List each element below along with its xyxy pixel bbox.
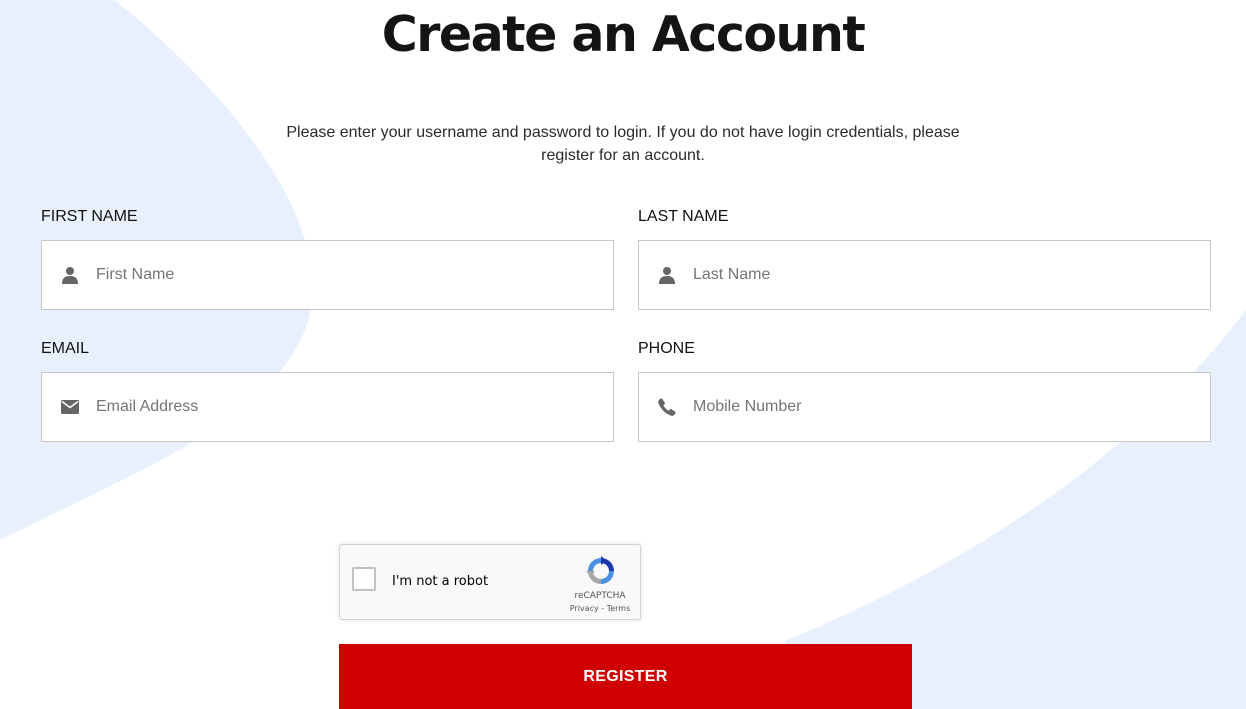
email-input-box[interactable] bbox=[41, 372, 614, 442]
first-name-input-box[interactable] bbox=[41, 240, 614, 310]
last-name-field: LAST NAME bbox=[638, 207, 1211, 310]
first-name-label: FIRST NAME bbox=[41, 208, 138, 225]
recaptcha-links: Privacy - Terms bbox=[562, 604, 638, 614]
recaptcha-terms-link[interactable]: Terms bbox=[607, 604, 631, 613]
last-name-label: LAST NAME bbox=[638, 208, 729, 225]
intro-text: Please enter your username and password … bbox=[286, 124, 960, 164]
recaptcha-widget: I'm not a robot reCAPTCHA Privacy - Term… bbox=[339, 544, 641, 620]
first-name-input[interactable] bbox=[96, 255, 613, 295]
page-title: Create an Account bbox=[381, 6, 866, 63]
recaptcha-privacy-link[interactable]: Privacy bbox=[570, 604, 599, 613]
email-input[interactable] bbox=[96, 387, 613, 427]
register-button[interactable]: REGISTER bbox=[339, 644, 912, 709]
first-name-field: FIRST NAME bbox=[41, 207, 614, 310]
user-icon bbox=[61, 266, 79, 284]
phone-label: PHONE bbox=[638, 340, 695, 357]
last-name-input-box[interactable] bbox=[638, 240, 1211, 310]
recaptcha-brand: reCAPTCHA bbox=[574, 591, 626, 601]
phone-input-box[interactable] bbox=[638, 372, 1211, 442]
recaptcha-logo-icon bbox=[585, 555, 617, 587]
email-label: EMAIL bbox=[41, 340, 90, 357]
user-icon bbox=[658, 266, 676, 284]
email-field: EMAIL bbox=[41, 339, 614, 442]
recaptcha-links-separator: - bbox=[601, 604, 605, 613]
phone-field: PHONE bbox=[638, 339, 1211, 442]
recaptcha-label: I'm not a robot bbox=[392, 574, 489, 589]
envelope-icon bbox=[61, 398, 79, 416]
last-name-input[interactable] bbox=[693, 255, 1210, 295]
phone-icon bbox=[658, 398, 676, 416]
recaptcha-checkbox[interactable] bbox=[352, 567, 376, 591]
phone-input[interactable] bbox=[693, 387, 1210, 427]
